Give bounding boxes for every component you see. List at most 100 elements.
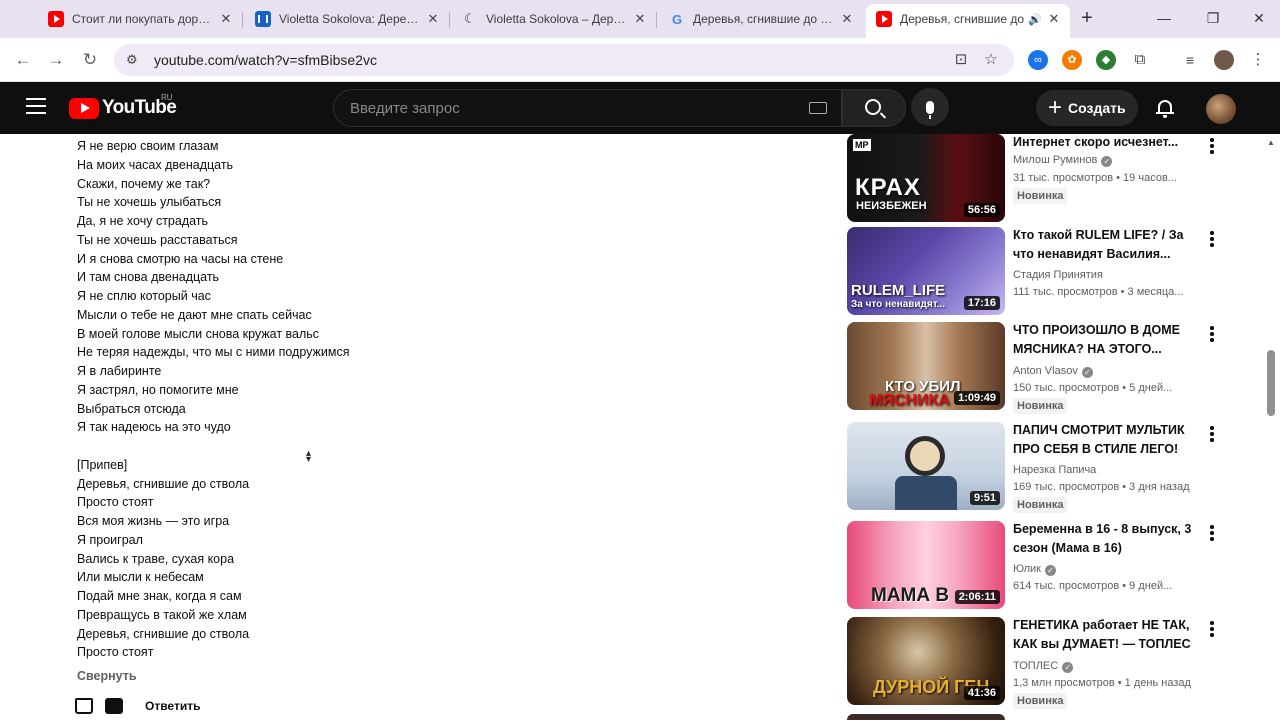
channel-name[interactable]: ТОПЛЕС ✓ bbox=[1013, 660, 1074, 673]
install-app-icon[interactable]: ⊡ bbox=[952, 51, 970, 69]
video-title[interactable]: Интернет скоро исчезнет... bbox=[1013, 133, 1203, 152]
lyric-line: Я в лабиринте bbox=[77, 364, 162, 378]
browser-tab-4[interactable]: G Деревья, сгнившие до ство ✕ bbox=[659, 4, 863, 34]
forward-arrow-icon[interactable]: → bbox=[46, 50, 66, 70]
lyric-line: Или мысли к небесам bbox=[77, 570, 204, 585]
more-options-icon[interactable] bbox=[1209, 621, 1215, 637]
browser-tab-2[interactable]: Violetta Sokolova: Деревья, ✕ bbox=[245, 4, 450, 34]
video-stats: 31 тыс. просмотров • 19 часов... bbox=[1013, 172, 1177, 184]
tab-title: Деревья, сгнившие до ство bbox=[693, 12, 835, 26]
reload-icon[interactable]: ↻ bbox=[80, 50, 100, 70]
more-options-icon[interactable] bbox=[1209, 426, 1215, 442]
channel-name[interactable]: Юлик ✓ bbox=[1013, 563, 1056, 576]
more-options-icon[interactable] bbox=[1209, 231, 1215, 247]
video-thumbnail[interactable]: RULEM_LIFE За что ненавидят... 17:16 bbox=[847, 227, 1005, 315]
media-queue-icon[interactable]: ≡ bbox=[1180, 50, 1200, 70]
dislike-icon[interactable] bbox=[105, 698, 123, 714]
bookmark-star-icon[interactable]: ☆ bbox=[982, 51, 1000, 69]
close-icon[interactable]: ✕ bbox=[839, 11, 855, 27]
extension-orange-icon[interactable]: ✿ bbox=[1062, 50, 1082, 70]
create-button[interactable]: + Создать bbox=[1036, 90, 1138, 126]
minimize-icon[interactable]: — bbox=[1154, 8, 1174, 28]
account-avatar[interactable] bbox=[1206, 94, 1236, 124]
browser-tab-1[interactable]: Стоит ли покупать дорогой ✕ bbox=[38, 4, 243, 34]
video-title[interactable]: ПАПИЧ СМОТРИТ МУЛЬТИК ПРО СЕБЯ В СТИЛЕ Л… bbox=[1013, 421, 1203, 458]
reply-button[interactable]: Ответить bbox=[145, 699, 200, 713]
address-bar-row: ← → ↻ ⚙ youtube.com/watch?v=sfmBibse2vc … bbox=[0, 38, 1280, 82]
lyric-line: Я не верю своим глазам bbox=[77, 139, 219, 153]
thumbnail-caption: RULEM_LIFE bbox=[851, 282, 946, 299]
notifications-bell-icon[interactable] bbox=[1156, 98, 1174, 118]
channel-name[interactable]: Милош Руминов ✓ bbox=[1013, 154, 1113, 167]
extension-infinity-icon[interactable]: ∞ bbox=[1028, 50, 1048, 70]
lyric-line: Я так надеюсь на это чудо bbox=[77, 420, 231, 435]
like-icon[interactable] bbox=[75, 698, 93, 714]
url-text: youtube.com/watch?v=sfmBibse2vc bbox=[154, 52, 377, 68]
thumbnail-caption: МЯСНИКА bbox=[869, 392, 950, 409]
browser-menu-icon[interactable]: ⋮ bbox=[1248, 50, 1268, 70]
lyric-line: На моих часах двенадцать bbox=[77, 157, 234, 172]
video-thumbnail[interactable]: КТО УБИЛ МЯСНИКА 1:09:49 bbox=[847, 322, 1005, 410]
lyric-line: И я снова смотрю на часы на стене bbox=[77, 251, 284, 266]
video-title[interactable]: ЧТО ПРОИЗОШЛО В ДОМЕ МЯСНИКА? НА ЭТОГО..… bbox=[1013, 321, 1203, 358]
scroll-up-arrow-icon[interactable]: ▲ bbox=[1267, 138, 1275, 147]
voice-search-button[interactable] bbox=[911, 88, 949, 126]
lyric-line: Деревья, сгнившие до ствола bbox=[77, 626, 250, 641]
thumbnail-caption: За что ненавидят... bbox=[851, 299, 946, 310]
channel-name[interactable]: Нарезка Папича bbox=[1013, 464, 1096, 476]
restore-icon[interactable]: ❐ bbox=[1203, 8, 1223, 28]
lyric-line: Вались к траве, сухая кора bbox=[77, 551, 235, 566]
search-input[interactable]: Введите запрос bbox=[333, 89, 842, 127]
video-thumbnail[interactable]: MP КРАХ НЕИЗБЕЖЕН 56:56 bbox=[847, 134, 1005, 222]
new-tab-button[interactable]: + bbox=[1076, 8, 1098, 30]
search-placeholder: Введите запрос bbox=[350, 99, 460, 117]
browser-tab-active[interactable]: Деревья, сгнившие до 🔊 ✕ bbox=[866, 4, 1070, 38]
channel-name[interactable]: Anton Vlasov ✓ bbox=[1013, 365, 1093, 378]
lyric-line bbox=[77, 437, 777, 456]
scrollbar-thumb[interactable] bbox=[1267, 350, 1275, 416]
close-icon[interactable]: ✕ bbox=[425, 11, 441, 27]
video-title[interactable]: ГЕНЕТИКА работает НЕ ТАК, КАК вы ДУМАЕТ!… bbox=[1013, 616, 1203, 653]
page-scrollbar[interactable] bbox=[1266, 134, 1276, 720]
search-button[interactable] bbox=[842, 89, 906, 127]
recommendation-item[interactable]: ДУРНОЙ ГЕН 41:36 ГЕНЕТИКА работает НЕ ТА… bbox=[847, 616, 1217, 709]
thumbnail-caption: НЕИЗБЕЖЕН bbox=[856, 200, 927, 212]
close-icon[interactable]: ✕ bbox=[632, 11, 648, 27]
lyric-line: Деревья, сгнившие до ствола bbox=[77, 476, 250, 491]
close-icon[interactable]: ✕ bbox=[218, 11, 234, 27]
thumbnail-caption: МАМА В bbox=[871, 585, 950, 606]
recommendation-item[interactable]: 9:51 ПАПИЧ СМОТРИТ МУЛЬТИК ПРО СЕБЯ В СТ… bbox=[847, 421, 1217, 513]
profile-avatar[interactable] bbox=[1214, 50, 1234, 70]
close-icon[interactable]: ✕ bbox=[1046, 11, 1062, 27]
collapse-link[interactable]: Свернуть bbox=[77, 669, 137, 683]
video-title[interactable]: Кто такой RULEM LIFE? / За что ненавидят… bbox=[1013, 226, 1203, 263]
recommendation-item[interactable]: КТО УБИЛ МЯСНИКА 1:09:49 ЧТО ПРОИЗОШЛО В… bbox=[847, 321, 1217, 414]
video-title[interactable]: Беременна в 16 - 8 выпуск, 3 сезон (Мама… bbox=[1013, 520, 1203, 557]
speaker-icon[interactable]: 🔊 bbox=[1028, 13, 1042, 26]
recommendation-item[interactable]: RULEM_LIFE За что ненавидят... 17:16 Кто… bbox=[847, 227, 1217, 315]
video-thumbnail[interactable]: 9:51 bbox=[847, 422, 1005, 510]
hamburger-menu-icon[interactable] bbox=[26, 98, 46, 114]
keyboard-icon[interactable] bbox=[809, 102, 827, 114]
close-window-icon[interactable]: ✕ bbox=[1249, 8, 1269, 28]
back-arrow-icon[interactable]: ← bbox=[13, 50, 33, 70]
video-thumbnail[interactable]: МАМА В 2:06:11 bbox=[847, 521, 1005, 609]
more-options-icon[interactable] bbox=[1209, 525, 1215, 541]
lego-figure-head bbox=[905, 436, 945, 476]
duration-badge: 1:09:49 bbox=[954, 391, 1000, 405]
extensions-puzzle-icon[interactable]: ⧉ bbox=[1130, 50, 1150, 70]
expand-collapse-cursor-icon: ▴ ▾ bbox=[306, 448, 312, 465]
video-thumbnail[interactable]: ДУРНОЙ ГЕН 41:36 bbox=[847, 617, 1005, 705]
tab-title: Деревья, сгнившие до bbox=[900, 12, 1025, 26]
recommendation-item[interactable]: MP КРАХ НЕИЗБЕЖЕН 56:56 Интернет скоро и… bbox=[847, 134, 1217, 222]
more-options-icon[interactable] bbox=[1209, 138, 1215, 154]
lyric-line: Да, я не хочу страдать bbox=[77, 214, 209, 228]
more-options-icon[interactable] bbox=[1209, 326, 1215, 342]
channel-name[interactable]: Стадия Принятия bbox=[1013, 269, 1103, 281]
youtube-logo[interactable]: YouTube RU bbox=[69, 93, 177, 120]
extension-green-icon[interactable]: ◆ bbox=[1096, 50, 1116, 70]
browser-tab-3[interactable]: ☾ Violetta Sokolova – Деревья ✕ bbox=[452, 4, 657, 34]
recommendation-item[interactable]: МАМА В 2:06:11 Беременна в 16 - 8 выпуск… bbox=[847, 521, 1217, 609]
site-info-icon[interactable]: ⚙ bbox=[126, 52, 142, 68]
url-field[interactable]: ⚙ youtube.com/watch?v=sfmBibse2vc ⊡ ☆ bbox=[114, 44, 1014, 76]
